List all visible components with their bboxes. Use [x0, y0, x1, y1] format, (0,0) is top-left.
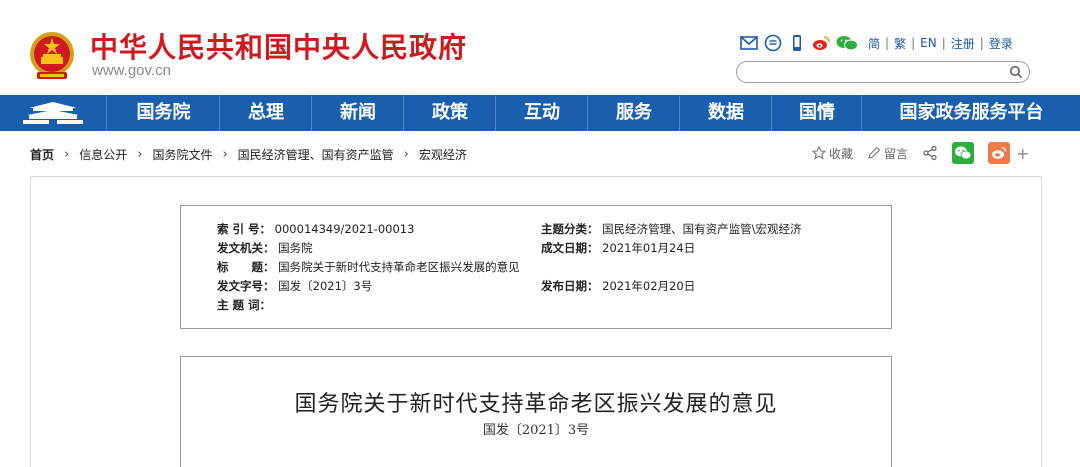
message-icon[interactable]: [764, 34, 782, 52]
site-title[interactable]: 中华人民共和国中央人民政府: [90, 26, 467, 66]
more-share-button[interactable]: +: [1016, 144, 1029, 163]
breadcrumb-info-disclosure[interactable]: 信息公开: [79, 146, 127, 163]
nav-item-state-council[interactable]: 国务院: [106, 95, 220, 131]
share-toolbar: 收藏 留言 +: [812, 141, 1029, 165]
document-title: 国务院关于新时代支持革命老区振兴发展的意见: [294, 392, 778, 417]
breadcrumb-macro-economy[interactable]: 宏观经济: [419, 146, 467, 163]
traditional-chinese-link[interactable]: 繁: [894, 35, 906, 52]
weibo-icon: [992, 146, 1007, 159]
meta-category-value: 国民经济管理、国有资产监管\宏观经济: [602, 222, 802, 236]
meta-date-made-value: 2021年01月24日: [602, 241, 696, 255]
nav-item-policy[interactable]: 政策: [403, 95, 496, 131]
meta-pub-date-label: 发布日期：: [541, 279, 599, 293]
meta-issuer-row: 发文机关： 国务院: [217, 240, 313, 256]
register-link[interactable]: 注册: [951, 35, 975, 52]
simplified-chinese-link[interactable]: 简: [868, 35, 880, 52]
wechat-share-button[interactable]: [952, 142, 975, 164]
chevron-right-icon: ›: [137, 146, 143, 162]
separator: |: [911, 36, 916, 50]
meta-keywords-row: 主 题 词：: [217, 297, 271, 313]
wechat-icon: [955, 146, 972, 160]
search-input[interactable]: [747, 64, 1001, 81]
breadcrumb-economy-management[interactable]: 国民经济管理、国有资产监管: [238, 146, 394, 163]
chevron-right-icon: ›: [222, 146, 228, 162]
search-icon[interactable]: [1009, 65, 1023, 79]
weibo-share-button[interactable]: [988, 142, 1011, 164]
meta-issuer-label: 发文机关：: [217, 241, 275, 255]
meta-category-row: 主题分类： 国民经济管理、国有资产监管\宏观经济: [541, 221, 802, 237]
separator: |: [885, 36, 890, 50]
meta-issuer-value: 国务院: [278, 241, 313, 255]
document-number: 国发〔2021〕3号: [482, 423, 590, 438]
meta-title-row: 标 题： 国务院关于新时代支持革命老区振兴发展的意见: [217, 259, 520, 275]
meta-title-label: 标 题：: [217, 260, 275, 274]
nav-item-premier[interactable]: 总理: [219, 95, 312, 131]
meta-category-label: 主题分类：: [541, 222, 599, 236]
meta-date-made-row: 成文日期： 2021年01月24日: [541, 240, 695, 256]
search-box: [736, 61, 1030, 83]
meta-date-made-label: 成文日期：: [541, 241, 599, 255]
breadcrumb-state-council-docs[interactable]: 国务院文件: [152, 146, 212, 163]
pencil-icon: [868, 146, 881, 159]
english-link[interactable]: EN: [920, 36, 937, 50]
wechat-icon[interactable]: [836, 34, 858, 52]
site-url[interactable]: www.gov.cn: [92, 62, 171, 79]
meta-doc-no-value: 国发〔2021〕3号: [278, 279, 373, 293]
nav-item-news[interactable]: 新闻: [311, 95, 404, 131]
share-icon[interactable]: [922, 145, 938, 161]
meta-keywords-label: 主 题 词：: [217, 298, 272, 312]
nav-item-national-info[interactable]: 国情: [771, 95, 862, 131]
chevron-right-icon: ›: [403, 146, 409, 162]
collect-label: 收藏: [829, 146, 854, 161]
nav-item-gov-service-platform[interactable]: 国家政务服务平台: [861, 95, 1080, 131]
nav-home-logo[interactable]: [0, 95, 106, 131]
breadcrumb: 首页 › 信息公开 › 国务院文件 › 国民经济管理、国有资产监管 › 宏观经济: [30, 146, 467, 162]
login-link[interactable]: 登录: [989, 35, 1013, 52]
document-meta-box: 索 引 号： 000014349/2021-00013 主题分类： 国民经济管理…: [180, 205, 892, 329]
weibo-icon[interactable]: [812, 34, 830, 52]
separator: |: [979, 36, 984, 50]
nav-item-interaction[interactable]: 互动: [495, 95, 588, 131]
mail-icon[interactable]: [740, 34, 758, 52]
breadcrumb-home[interactable]: 首页: [30, 146, 54, 163]
language-links: 简 | 繁 | EN | 注册 | 登录: [868, 35, 1013, 52]
comment-button[interactable]: 留言: [867, 145, 908, 162]
star-icon: [812, 146, 826, 160]
meta-doc-no-label: 发文字号：: [217, 279, 275, 293]
collect-button[interactable]: 收藏: [812, 145, 853, 162]
meta-pub-date-row: 发布日期： 2021年02月20日: [541, 278, 695, 294]
meta-index-value: 000014349/2021-00013: [274, 222, 415, 236]
chevron-right-icon: ›: [64, 146, 70, 162]
site-header: 中华人民共和国中央人民政府 www.gov.cn 简 | 繁 | EN | 注册…: [0, 0, 1080, 95]
top-toolbar: 简 | 繁 | EN | 注册 | 登录: [740, 33, 1013, 53]
meta-title-value: 国务院关于新时代支持革命老区振兴发展的意见: [278, 260, 520, 274]
national-emblem-icon[interactable]: [28, 30, 76, 82]
main-nav: 国务院 总理 新闻 政策 互动 服务 数据 国情 国家政务服务平台: [0, 95, 1080, 131]
meta-pub-date-value: 2021年02月20日: [602, 279, 696, 293]
meta-doc-no-row: 发文字号： 国发〔2021〕3号: [217, 278, 372, 294]
mobile-icon[interactable]: [788, 34, 806, 52]
comment-label: 留言: [884, 146, 909, 161]
meta-index-row: 索 引 号： 000014349/2021-00013: [217, 221, 414, 237]
meta-index-label: 索 引 号：: [217, 222, 272, 236]
separator: |: [941, 36, 946, 50]
nav-item-services[interactable]: 服务: [587, 95, 680, 131]
tiananmen-icon: [23, 102, 83, 124]
nav-item-data[interactable]: 数据: [679, 95, 772, 131]
